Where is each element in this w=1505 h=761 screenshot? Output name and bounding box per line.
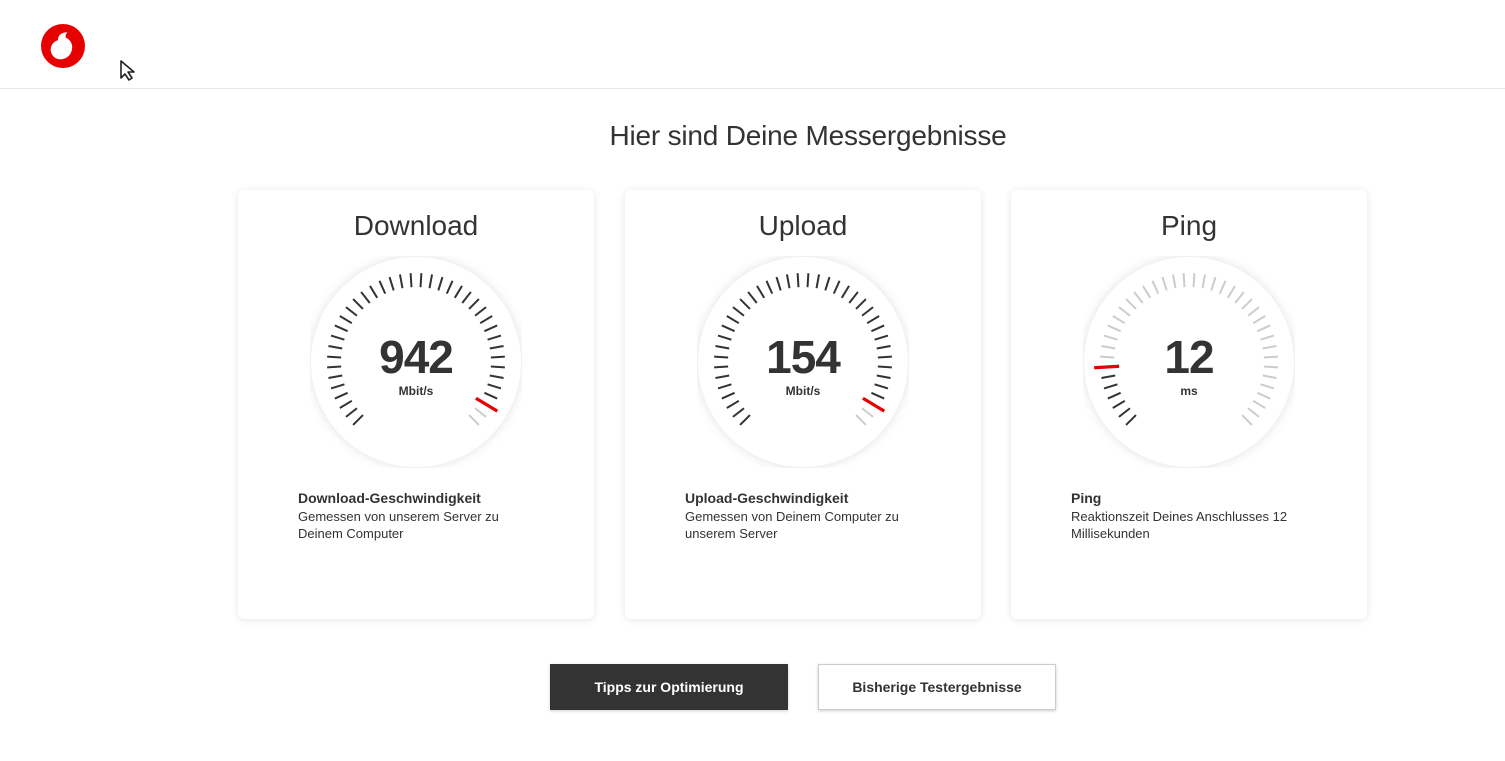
upload-description: Upload-Geschwindigkeit Gemessen von Dein…	[685, 490, 925, 542]
card-title: Ping	[1160, 210, 1218, 241]
vodafone-logo-icon[interactable]	[40, 23, 86, 69]
ping-value: 12	[1164, 331, 1214, 383]
cursor-icon	[120, 60, 135, 81]
gauge-tick	[419, 273, 423, 288]
header	[0, 0, 1505, 89]
gauge-tick	[796, 273, 800, 288]
upload-value: 154	[766, 331, 841, 383]
upload-card: Upload 154 Mbit/s Upload-Geschwindigkeit…	[625, 190, 981, 619]
gauge-tick	[409, 273, 413, 288]
download-value: 942	[379, 331, 454, 383]
download-unit: Mbit/s	[398, 384, 434, 398]
download-description: Download-Geschwindigkeit Gemessen von un…	[298, 490, 538, 542]
gauge-tick	[1182, 273, 1186, 288]
upload-unit: Mbit/s	[785, 384, 821, 398]
card-title: Upload	[758, 210, 848, 241]
description-title: Ping	[1071, 490, 1102, 506]
history-button[interactable]: Bisherige Testergebnisse	[818, 664, 1056, 710]
ping-unit: ms	[1180, 384, 1198, 398]
card-title: Download	[353, 210, 479, 241]
ping-card: Ping 12 ms Ping Reaktionszeit Deines Ans…	[1011, 190, 1367, 619]
description-text: Gemessen von unserem Server zu Deinem Co…	[298, 509, 499, 541]
description-title: Download-Geschwindigkeit	[298, 490, 481, 506]
gauge-tick	[806, 273, 810, 288]
gauge-tick	[1192, 273, 1196, 288]
description-text: Reaktionszeit Deines Anschlusses 12 Mill…	[1071, 509, 1288, 541]
download-card: Download 942 Mbit/s Download-Geschwindig…	[238, 190, 594, 619]
page-title: Hier sind Deine Messergebnisse	[609, 120, 1007, 151]
description-text: Gemessen von Deinem Computer zu unserem …	[685, 509, 899, 541]
description-title: Upload-Geschwindigkeit	[685, 490, 849, 506]
ping-description: Ping Reaktionszeit Deines Anschlusses 12…	[1071, 490, 1311, 542]
tips-button[interactable]: Tipps zur Optimierung	[550, 664, 788, 710]
